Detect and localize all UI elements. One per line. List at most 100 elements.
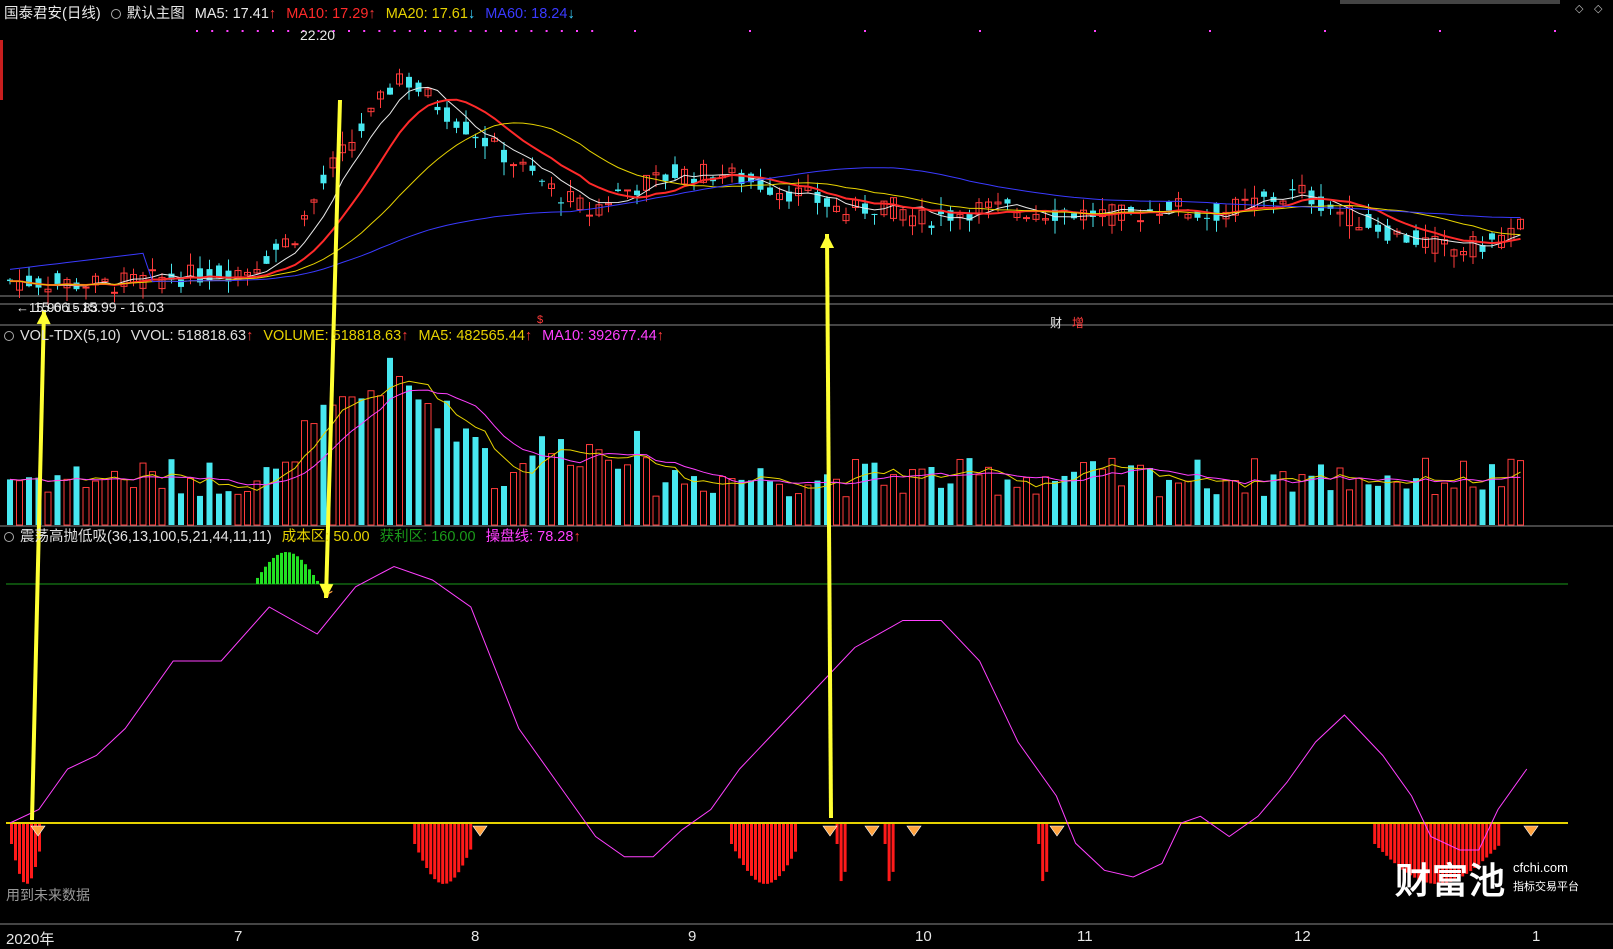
volume-bar-down — [472, 436, 479, 525]
candle-body-down — [928, 225, 935, 228]
oversold-bar — [843, 824, 847, 872]
future-data-watermark: 用到未来数据 — [6, 887, 90, 903]
finance-mark-icon[interactable]: 财 — [1050, 314, 1062, 331]
oversold-bar — [1377, 824, 1381, 848]
signal-dot — [979, 30, 981, 32]
volume-bar-up — [985, 466, 992, 526]
volume-indicator-title[interactable]: VOL-TDX(5,10) — [20, 328, 121, 344]
overbought-bar — [260, 572, 263, 584]
candle-body-up — [1156, 213, 1163, 216]
candle-body-up — [624, 189, 631, 192]
annotation-arrow-3 — [825, 233, 833, 819]
oversold-bar — [883, 824, 887, 844]
stock-name[interactable]: 国泰君安(日线) — [4, 6, 101, 22]
overbought-bar — [288, 552, 291, 584]
annotation-arrow-3-head — [820, 234, 835, 249]
volume-bar-up — [880, 484, 888, 526]
candle-body-down — [320, 174, 327, 184]
volume-bar-up — [1355, 477, 1363, 526]
volume-bar-up — [681, 483, 688, 526]
oversold-bar — [14, 824, 17, 861]
volume-bar-up — [890, 474, 897, 526]
volume-bar-down — [634, 430, 640, 525]
chart-canvas[interactable]: ⚘ — [0, 0, 1613, 949]
x-tick-11: 11 — [1077, 928, 1093, 945]
ma10-line — [10, 98, 1521, 287]
x-tick-10: 10 — [915, 928, 932, 945]
candle-body-down — [453, 121, 460, 128]
signal-dot — [272, 30, 274, 32]
increase-mark-icon[interactable]: 增 — [1072, 314, 1084, 331]
ma20-legend: MA20: 17.61↓ — [386, 6, 475, 22]
candle-body-down — [406, 76, 412, 88]
toolbar-strip — [1340, 0, 1560, 4]
candle-body-down — [1289, 189, 1296, 191]
candle-body-up — [1023, 217, 1030, 220]
settings-circle-icon[interactable] — [110, 9, 121, 19]
oversold-bar — [754, 824, 757, 880]
volume-bar-up — [1498, 486, 1505, 526]
dividend-mark-icon[interactable]: $ — [537, 314, 543, 326]
signal-dot — [393, 30, 396, 32]
volume-bar-up — [1346, 489, 1353, 526]
oversold-bar — [465, 824, 469, 858]
candle-body-down — [1071, 213, 1077, 219]
signal-dot — [864, 30, 866, 32]
volume-bar-up — [1080, 462, 1087, 526]
volume-bar-up — [339, 396, 346, 526]
brand-tagline: 指标交易平台 — [1513, 881, 1579, 893]
signal-dot — [408, 30, 411, 32]
candle-body-down — [1403, 234, 1410, 243]
vol-ma5-value: MA5: 482565.44 — [418, 328, 525, 344]
volume-bar-up — [1441, 482, 1448, 526]
volume-bar-down — [1479, 489, 1486, 525]
candle-body-up — [1241, 198, 1249, 201]
chart-stage[interactable]: ⚘ ◇ ◇ 国泰君安(日线) 默认主图 MA5: 17.41↑ MA10: 17… — [0, 0, 1613, 949]
signal-dot — [500, 30, 502, 32]
volume-bar-down — [672, 470, 678, 525]
oversold-bar — [790, 824, 793, 859]
signal-dot — [576, 30, 578, 32]
volume-bar-up — [852, 459, 859, 526]
overbought-bar — [292, 553, 295, 584]
window-restore-icon[interactable]: ◇ — [1575, 2, 1583, 15]
left-edge-marker — [0, 40, 3, 100]
ma5-line — [10, 86, 1521, 287]
signal-dot — [424, 30, 426, 32]
candle-body-down — [824, 198, 830, 207]
oversold-bar — [22, 824, 25, 883]
oversold-bar — [10, 824, 13, 844]
template-name[interactable]: 默认主图 — [127, 6, 185, 22]
oversold-bar — [413, 824, 417, 844]
volume-bar-up — [804, 484, 812, 526]
volume-bar-down — [1147, 468, 1153, 525]
candle-body-down — [444, 107, 450, 122]
volume-bar-down — [434, 428, 441, 525]
window-close-icon[interactable]: ◇ — [1594, 2, 1602, 15]
volume-settings-circle-icon[interactable] — [4, 331, 14, 341]
oversold-bar — [1385, 824, 1389, 856]
volume-bar-up — [1184, 480, 1192, 526]
volume-value: VOLUME: 518818.63 — [263, 328, 402, 344]
x-tick-1: 1 — [1532, 928, 1541, 945]
annotation-arrow-1 — [30, 309, 46, 821]
volume-bar-up — [44, 491, 52, 526]
candle-body-down — [1213, 203, 1220, 221]
indicator-settings-circle-icon[interactable] — [4, 532, 14, 542]
candle-body-down — [1166, 201, 1172, 211]
overbought-bar — [304, 564, 307, 584]
volume-arrow-icon: ↑ — [401, 328, 409, 344]
candle-body-down — [415, 82, 422, 92]
ma10-legend: MA10: 17.29↑ — [286, 6, 375, 22]
oversold-bar — [742, 824, 745, 866]
volume-bar-up — [576, 466, 584, 526]
indicator-title[interactable]: 震荡高抛低吸(36,13,100,5,21,44,11,11) — [20, 529, 272, 545]
volume-bar-up — [899, 492, 907, 526]
ma60-legend: MA60: 18.24↓ — [485, 6, 574, 22]
oversold-bar — [770, 824, 773, 883]
candle-body-down — [767, 187, 773, 195]
volume-bar-up — [1469, 486, 1477, 526]
volume-bar-up — [1450, 487, 1458, 526]
volume-bar-up — [244, 490, 251, 526]
candle-body-up — [586, 214, 593, 217]
